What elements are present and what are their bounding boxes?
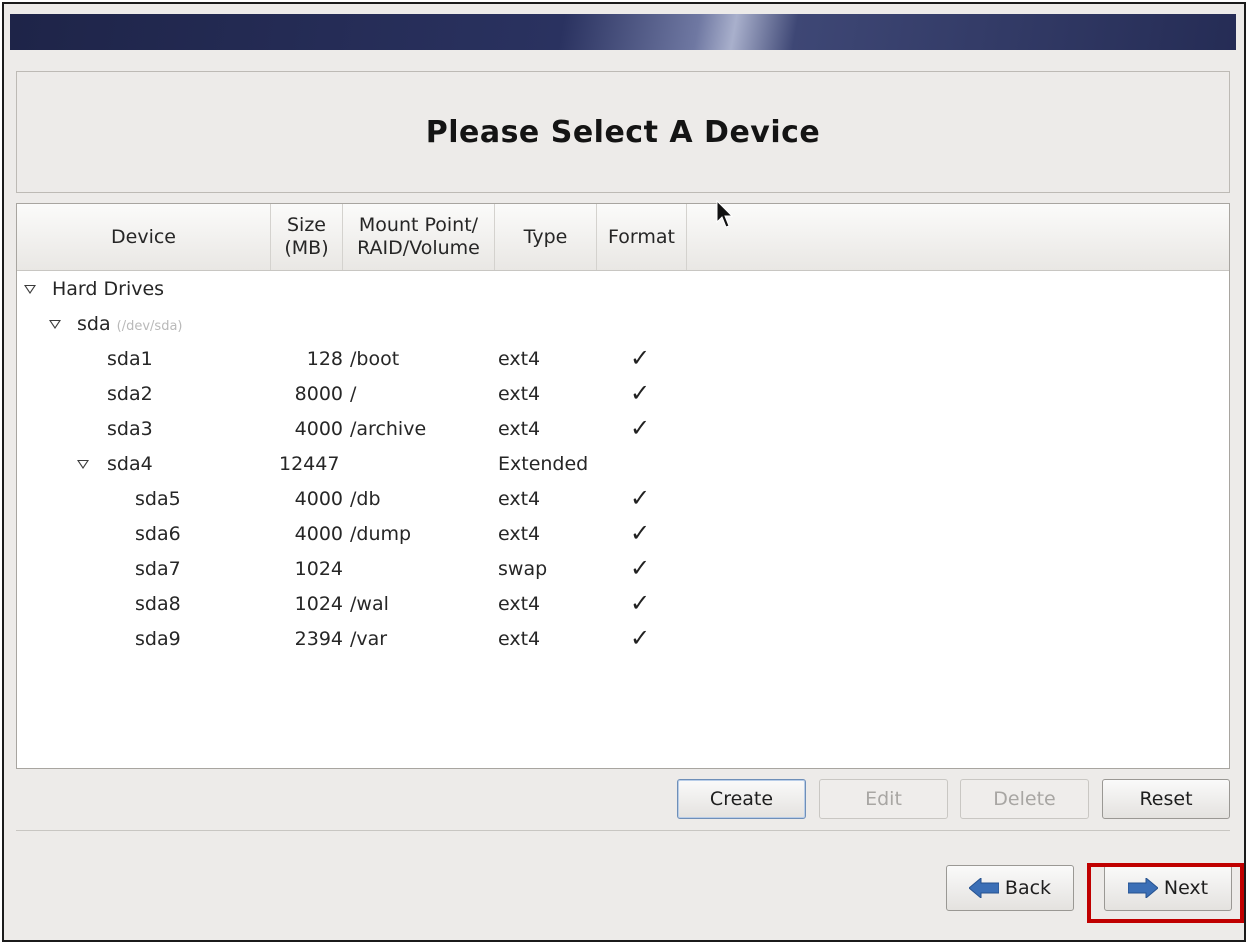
- partition-mount: /boot: [350, 348, 400, 370]
- partition-mount: /archive: [350, 418, 427, 440]
- table-row[interactable]: sda9 2394 /var ext4 ✓: [17, 622, 1229, 657]
- partition-device: sda5: [135, 488, 181, 510]
- reset-button[interactable]: Reset: [1102, 779, 1230, 819]
- partition-size: 4000: [294, 418, 343, 440]
- table-row[interactable]: sda7 1024 swap ✓: [17, 552, 1229, 587]
- partition-device: sda3: [107, 418, 153, 440]
- create-button-label: Create: [709, 788, 774, 810]
- table-row[interactable]: sda1 128 /boot ext4 ✓: [17, 342, 1229, 377]
- reset-button-label: Reset: [1139, 788, 1193, 810]
- partition-size: 12447: [279, 453, 340, 475]
- partition-device: sda6: [135, 523, 181, 545]
- table-row[interactable]: sda6 4000 /dump ext4 ✓: [17, 517, 1229, 552]
- partition-device: sda9: [135, 628, 181, 650]
- mouse-cursor-icon: [716, 200, 734, 228]
- tree-row-disk[interactable]: sda (/dev/sda): [17, 307, 1229, 342]
- next-button-highlight: [1087, 863, 1244, 923]
- edit-button[interactable]: Edit: [819, 779, 948, 819]
- format-check-icon: ✓: [630, 414, 651, 442]
- partition-device: sda4: [107, 453, 153, 475]
- group-label: Hard Drives: [52, 278, 165, 300]
- page-title: Please Select A Device: [425, 114, 821, 150]
- create-button[interactable]: Create: [677, 779, 806, 819]
- arrow-left-icon: [968, 878, 999, 898]
- edit-button-label: Edit: [865, 788, 902, 810]
- format-check-icon: ✓: [630, 589, 651, 617]
- back-button-label: Back: [1004, 877, 1052, 899]
- partition-type: ext4: [498, 488, 541, 510]
- column-size[interactable]: Size (MB): [271, 204, 343, 270]
- partition-type: ext4: [498, 628, 541, 650]
- partition-type: Extended: [498, 453, 589, 475]
- disk-path: (/dev/sda): [116, 319, 183, 334]
- partition-device: sda1: [107, 348, 153, 370]
- partition-size: 1024: [294, 558, 343, 580]
- partition-mount: /var: [350, 628, 388, 650]
- tree-row-hard-drives[interactable]: Hard Drives: [17, 272, 1229, 307]
- partition-type: ext4: [498, 383, 541, 405]
- partition-size: 128: [306, 348, 343, 370]
- partition-mount: /wal: [350, 593, 389, 615]
- column-format[interactable]: Format: [597, 204, 687, 270]
- title-panel: Please Select A Device: [16, 71, 1230, 193]
- table-row[interactable]: sda4 12447 Extended: [17, 447, 1229, 482]
- format-check-icon: ✓: [630, 554, 651, 582]
- partition-mount: /dump: [350, 523, 412, 545]
- expander-triangle-icon[interactable]: [77, 460, 89, 469]
- column-type[interactable]: Type: [495, 204, 597, 270]
- partition-type: swap: [498, 558, 548, 580]
- column-type-label: Type: [523, 225, 568, 248]
- column-device[interactable]: Device: [17, 204, 271, 270]
- tree-header: Device Size (MB) Mount Point/ RAID/Volum…: [17, 204, 1229, 271]
- disk-name: sda: [77, 313, 111, 335]
- column-mount-label-2: RAID/Volume: [357, 237, 480, 259]
- partition-mount: /: [350, 383, 357, 405]
- partition-size: 2394: [294, 628, 343, 650]
- partition-type: ext4: [498, 593, 541, 615]
- format-check-icon: ✓: [630, 344, 651, 372]
- column-size-label-1: Size: [286, 214, 326, 236]
- table-row[interactable]: sda3 4000 /archive ext4 ✓: [17, 412, 1229, 447]
- format-check-icon: ✓: [630, 379, 651, 407]
- partition-size: 4000: [294, 523, 343, 545]
- table-row[interactable]: sda5 4000 /db ext4 ✓: [17, 482, 1229, 517]
- delete-button[interactable]: Delete: [960, 779, 1089, 819]
- partition-type: ext4: [498, 523, 541, 545]
- partition-device: sda8: [135, 593, 181, 615]
- table-row[interactable]: sda2 8000 / ext4 ✓: [17, 377, 1229, 412]
- column-mount-label-1: Mount Point/: [358, 214, 479, 236]
- format-check-icon: ✓: [630, 484, 651, 512]
- column-device-label: Device: [111, 225, 176, 248]
- partition-size: 1024: [294, 593, 343, 615]
- format-check-icon: ✓: [630, 519, 651, 547]
- installer-banner: [10, 14, 1236, 50]
- column-format-label: Format: [608, 225, 675, 248]
- partition-type: ext4: [498, 348, 541, 370]
- partition-device: sda2: [107, 383, 153, 405]
- column-mount[interactable]: Mount Point/ RAID/Volume: [343, 204, 495, 270]
- device-tree[interactable]: Device Size (MB) Mount Point/ RAID/Volum…: [16, 203, 1230, 769]
- delete-button-label: Delete: [993, 788, 1056, 810]
- table-row[interactable]: sda8 1024 /wal ext4 ✓: [17, 587, 1229, 622]
- expander-triangle-icon[interactable]: [24, 285, 36, 294]
- separator: [16, 830, 1230, 831]
- back-button[interactable]: Back: [946, 865, 1074, 911]
- expander-triangle-icon[interactable]: [49, 320, 61, 329]
- format-check-icon: ✓: [630, 624, 651, 652]
- partition-size: 8000: [294, 383, 343, 405]
- partition-mount: /db: [350, 488, 381, 510]
- partition-type: ext4: [498, 418, 541, 440]
- column-size-label-2: (MB): [284, 237, 329, 259]
- partition-device: sda7: [135, 558, 181, 580]
- partition-size: 4000: [294, 488, 343, 510]
